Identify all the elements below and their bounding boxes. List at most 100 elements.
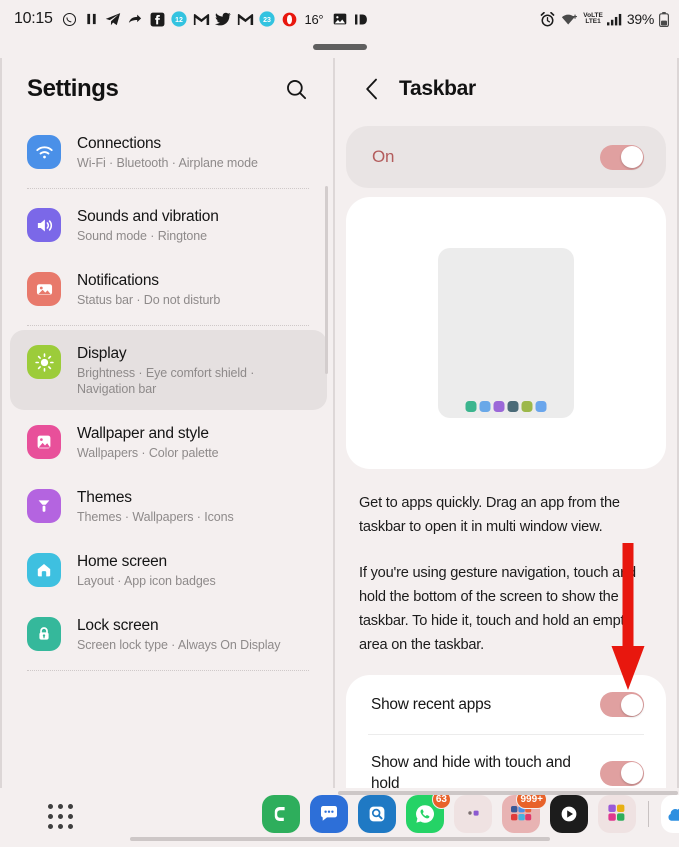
- phone-app-icon[interactable]: [262, 795, 300, 833]
- volte-indicator: VoLTE LTE1: [583, 12, 603, 25]
- window-drag-handle[interactable]: [312, 44, 367, 50]
- page-title: Settings: [27, 75, 119, 102]
- share-icon: [127, 11, 144, 28]
- settings-list: Connections Wi-Fi · Bluetooth · Airplane…: [2, 120, 333, 671]
- recent-app-2-icon[interactable]: 999+: [502, 790, 547, 833]
- sidebar-item-label: Display: [77, 345, 127, 362]
- photo-icon: [331, 11, 348, 28]
- sidebar-item-subtitle: Wallpapers · Color palette: [77, 446, 219, 460]
- speaker-icon: [27, 208, 61, 242]
- sidebar-item-subtitle: Sound mode · Ringtone: [77, 229, 207, 243]
- status-bar-left: 10:15 12 23 16°: [14, 10, 370, 28]
- app-drawer-icon[interactable]: [48, 804, 73, 829]
- sidebar-item-label: Notifications: [77, 272, 159, 289]
- settings-scrollbar[interactable]: [325, 186, 328, 374]
- recent-app-3-icon[interactable]: [550, 795, 588, 833]
- bottom-taskbar: 63 999+: [0, 788, 679, 847]
- dock-separator: [648, 801, 649, 827]
- status-bar: 10:15 12 23 16° VoLTE LTE1 39%: [0, 0, 679, 38]
- status-bar-right: VoLTE LTE1 39%: [539, 11, 669, 28]
- telegram-icon: [105, 11, 122, 28]
- sidebar-item-notifications[interactable]: Notifications Status bar · Do not distur…: [2, 257, 333, 321]
- twitter-icon: [215, 11, 232, 28]
- facebook-icon: [149, 11, 166, 28]
- sidebar-item-sounds-and-vibration[interactable]: Sounds and vibration Sound mode · Ringto…: [2, 193, 333, 257]
- pause-icon: [83, 11, 100, 28]
- gesture-bar-right[interactable]: [338, 791, 678, 795]
- phone-screen: 10:15 12 23 16° VoLTE LTE1 39% Settings …: [0, 0, 679, 847]
- red-arrow-annotation: [607, 543, 649, 696]
- recent-app-1-icon[interactable]: [454, 795, 492, 833]
- wifi-icon: [27, 135, 61, 169]
- description-paragraph-1: Get to apps quickly. Drag an app from th…: [359, 495, 620, 535]
- list-divider: [27, 188, 309, 189]
- svg-text:23: 23: [263, 17, 271, 24]
- sidebar-item-label: Themes: [77, 489, 132, 506]
- brush-icon: [27, 489, 61, 523]
- option-show-and-hide-touch-hold[interactable]: Show and hide with touch and hold: [346, 735, 666, 788]
- whatsapp-icon: [61, 11, 78, 28]
- dock-app-list: 63 999+: [262, 790, 679, 833]
- taskbar-master-switch-row[interactable]: On: [346, 126, 666, 188]
- gmail-icon: [193, 11, 210, 28]
- option-label: Show and hide with touch and hold: [371, 754, 571, 788]
- toggle-knob: [620, 762, 643, 784]
- sidebar-item-label: Sounds and vibration: [77, 208, 219, 225]
- settings-header: Settings: [2, 58, 333, 120]
- brightness-icon: [27, 345, 61, 379]
- battery-icon: [658, 11, 669, 28]
- id-icon: [353, 11, 370, 28]
- home-icon: [27, 553, 61, 587]
- taskbar-preview-card: [346, 197, 666, 469]
- preview-dock-icon: [535, 401, 547, 412]
- signal-bars-icon: [607, 11, 623, 28]
- taskbar-header: Taskbar: [335, 58, 677, 120]
- back-chevron-icon[interactable]: [361, 75, 383, 103]
- search-icon[interactable]: [281, 74, 311, 104]
- sidebar-item-themes[interactable]: Themes Themes · Wallpapers · Icons: [2, 474, 333, 538]
- onedrive-app-icon[interactable]: [661, 795, 679, 833]
- finder-app-icon[interactable]: [358, 795, 396, 833]
- toggle-knob: [620, 146, 643, 168]
- preview-dock: [465, 401, 547, 412]
- svg-text:12: 12: [175, 17, 183, 24]
- sidebar-item-lock-screen[interactable]: Lock screen Screen lock type · Always On…: [2, 602, 333, 666]
- master-switch-label: On: [372, 147, 395, 166]
- gesture-bar[interactable]: [129, 837, 550, 841]
- status-clock: 10:15: [14, 10, 53, 27]
- list-divider: [27, 325, 309, 326]
- alarm-icon: [539, 11, 556, 28]
- toggle-knob: [620, 693, 643, 716]
- wifi-icon: [560, 11, 579, 28]
- sidebar-item-subtitle: Brightness · Eye comfort shield · Naviga…: [77, 366, 255, 396]
- opera-icon: [281, 11, 298, 28]
- sidebar-item-connections[interactable]: Connections Wi-Fi · Bluetooth · Airplane…: [2, 120, 333, 184]
- sidebar-item-label: Wallpaper and style: [77, 425, 209, 442]
- messenger-badge-icon: 12: [171, 11, 188, 28]
- page-title: Taskbar: [399, 77, 476, 100]
- show-hide-touch-hold-toggle[interactable]: [600, 760, 644, 786]
- whatsapp-app-icon[interactable]: 63: [406, 790, 451, 833]
- recent-app-4-icon[interactable]: [598, 795, 636, 833]
- sidebar-item-home-screen[interactable]: Home screen Layout · App icon badges: [2, 538, 333, 602]
- settings-pane: Settings Connections Wi-Fi · Bluetooth ·…: [0, 58, 333, 788]
- preview-dock-icon: [465, 401, 477, 412]
- sidebar-item-wallpaper-and-style[interactable]: Wallpaper and style Wallpapers · Color p…: [2, 410, 333, 474]
- option-label: Show recent apps: [371, 696, 492, 713]
- gmail-second-icon: [237, 11, 254, 28]
- sidebar-item-label: Connections: [77, 135, 161, 152]
- sidebar-item-label: Lock screen: [77, 617, 159, 634]
- sidebar-item-display[interactable]: Display Brightness · Eye comfort shield …: [10, 330, 327, 410]
- master-switch-toggle[interactable]: [600, 144, 644, 170]
- sidebar-item-subtitle: Layout · App icon badges: [77, 574, 216, 588]
- sidebar-item-subtitle: Status bar · Do not disturb: [77, 293, 221, 307]
- sidebar-item-subtitle: Wi-Fi · Bluetooth · Airplane mode: [77, 156, 258, 170]
- lock-icon: [27, 617, 61, 651]
- messages-app-icon[interactable]: [310, 795, 348, 833]
- messenger-badge2-icon: 23: [259, 11, 276, 28]
- preview-dock-icon: [521, 401, 533, 412]
- preview-dock-icon: [493, 401, 505, 412]
- notification-icon: [27, 272, 61, 306]
- phone-preview-mock: [438, 248, 574, 418]
- list-divider: [27, 670, 309, 671]
